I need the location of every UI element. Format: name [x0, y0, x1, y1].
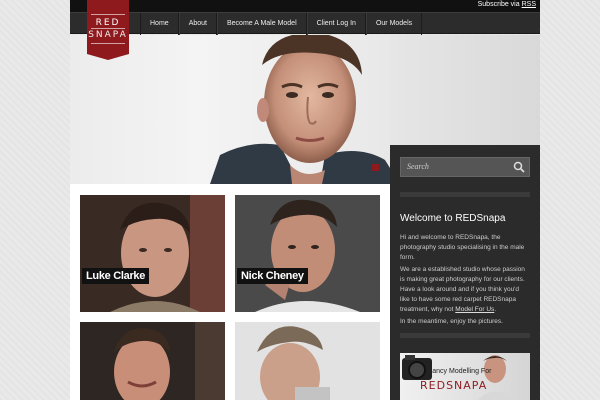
rss-link[interactable]: RSS: [522, 1, 536, 8]
nav-about[interactable]: About: [178, 13, 217, 35]
model-card[interactable]: Nick Cheney: [235, 195, 380, 312]
sidebar: Search Welcome to REDSnapa Hi and welcom…: [390, 145, 540, 400]
top-bar: Subscribe via RSS: [70, 0, 540, 12]
model-photo: [80, 322, 225, 400]
hero-slider: [70, 35, 390, 184]
search-placeholder: Search: [407, 162, 429, 171]
welcome-title: Welcome to REDSnapa: [400, 213, 506, 224]
model-for-us-link[interactable]: Model For Us: [455, 306, 494, 313]
model-card[interactable]: [235, 322, 380, 400]
search-icon[interactable]: [513, 161, 525, 173]
sidebar-divider: [400, 333, 530, 338]
subscribe-label: Subscribe via: [477, 1, 520, 8]
slider-indicator[interactable]: [372, 164, 379, 171]
nav-client-login[interactable]: Client Log In: [306, 13, 366, 35]
model-photo: [235, 322, 380, 400]
model-name-label[interactable]: Nick Cheney: [237, 268, 308, 284]
hero-background: [390, 35, 540, 145]
search-input[interactable]: Search: [400, 157, 530, 177]
subscribe-text: Subscribe via RSS: [478, 1, 536, 8]
nav-our-models[interactable]: Our Models: [365, 13, 423, 35]
models-grid: Luke Clarke Nick Cheney: [70, 184, 390, 400]
main-navigation: Home About Become A Male Model Client Lo…: [70, 12, 540, 35]
model-card[interactable]: [80, 322, 225, 400]
model-card[interactable]: Luke Clarke: [80, 195, 225, 312]
welcome-paragraph: Hi and welcome to REDSnapa, the photogra…: [400, 234, 525, 261]
site-logo[interactable]: RED SNAPA: [87, 0, 129, 60]
sidebar-divider: [400, 192, 530, 197]
studio-paragraph: We are a established studio whose passio…: [400, 266, 525, 313]
ad-line-2: REDSNAPA: [420, 379, 488, 392]
logo-text-red: RED: [95, 18, 121, 28]
hero-model-photo: [210, 35, 390, 184]
enjoy-paragraph: In the meantime, enjoy the pictures.: [400, 318, 503, 325]
logo-text-snapa: SNAPA: [88, 30, 128, 40]
nav-home[interactable]: Home: [140, 13, 179, 35]
nav-become-model[interactable]: Become A Male Model: [216, 13, 307, 35]
ad-line-1: Fancy Modelling For: [428, 368, 492, 375]
modelling-ad-banner[interactable]: Fancy Modelling For REDSNAPA: [400, 353, 530, 400]
model-photo: [235, 195, 380, 312]
model-name-label[interactable]: Luke Clarke: [82, 268, 150, 284]
model-photo: [80, 195, 225, 312]
ad-artwork: [402, 355, 515, 400]
